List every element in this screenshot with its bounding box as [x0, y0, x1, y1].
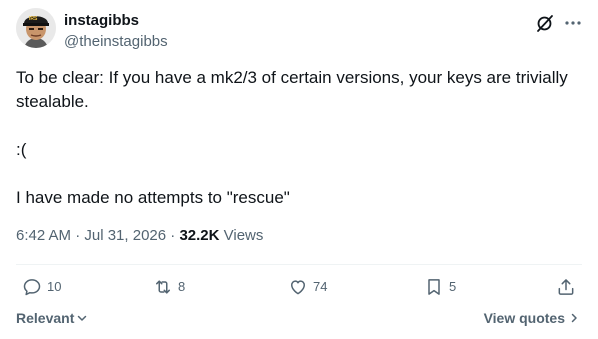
heart-icon [291, 280, 305, 295]
tweet-meta: 6:42 AM · Jul 31, 2026 · 32.2K Views [16, 227, 263, 245]
like-count: 74 [313, 279, 328, 294]
bookmark-icon [428, 279, 440, 295]
view-quotes-link[interactable]: View quotes [484, 310, 580, 326]
reply-icon [23, 279, 41, 296]
chevron-right-icon [571, 313, 577, 323]
reply-button[interactable]: 10 [22, 277, 61, 297]
grok-button[interactable] [535, 13, 555, 33]
views-label: Views [223, 227, 264, 244]
author-display-name[interactable]: instagibbs [64, 12, 139, 30]
avatar-badge-text: IRS [29, 16, 38, 22]
avatar-image: IRS [16, 8, 56, 48]
view-quotes-label: View quotes [483, 310, 565, 326]
reply-count: 10 [47, 279, 62, 294]
repost-button[interactable]: 8 [153, 277, 185, 297]
bookmark-button[interactable]: 5 [424, 277, 456, 297]
timestamp[interactable]: 6:42 AM · Jul 31, 2026 · [16, 227, 175, 244]
share-icon [558, 279, 574, 295]
tweet-text-line: To be clear: If you have a mk2/3 of cert… [16, 68, 568, 111]
avatar[interactable]: IRS [16, 8, 56, 48]
sort-replies-dropdown[interactable]: Relevant [16, 310, 88, 326]
repost-count: 8 [178, 279, 186, 294]
repost-icon [156, 280, 170, 294]
tweet-text-line: :( [16, 140, 27, 159]
tweet-card: IRS instagibbs @theinstagibbs To be clea… [0, 0, 598, 339]
grok-slash-circle-icon [537, 15, 553, 32]
action-bar: 10 8 74 5 [16, 265, 582, 309]
bookmark-count: 5 [449, 279, 457, 294]
tweet-text: To be clear: If you have a mk2/3 of cert… [16, 66, 576, 210]
share-button[interactable] [556, 277, 576, 297]
more-dots-icon [565, 21, 581, 25]
author-handle[interactable]: @theinstagibbs [64, 33, 168, 51]
sort-label: Relevant [16, 310, 75, 326]
more-options-button[interactable] [563, 13, 583, 33]
views-count: 32.2K [179, 227, 220, 244]
chevron-down-icon [78, 315, 87, 321]
like-button[interactable]: 74 [288, 277, 327, 297]
tweet-text-line: I have made no attempts to "rescue" [16, 188, 290, 207]
